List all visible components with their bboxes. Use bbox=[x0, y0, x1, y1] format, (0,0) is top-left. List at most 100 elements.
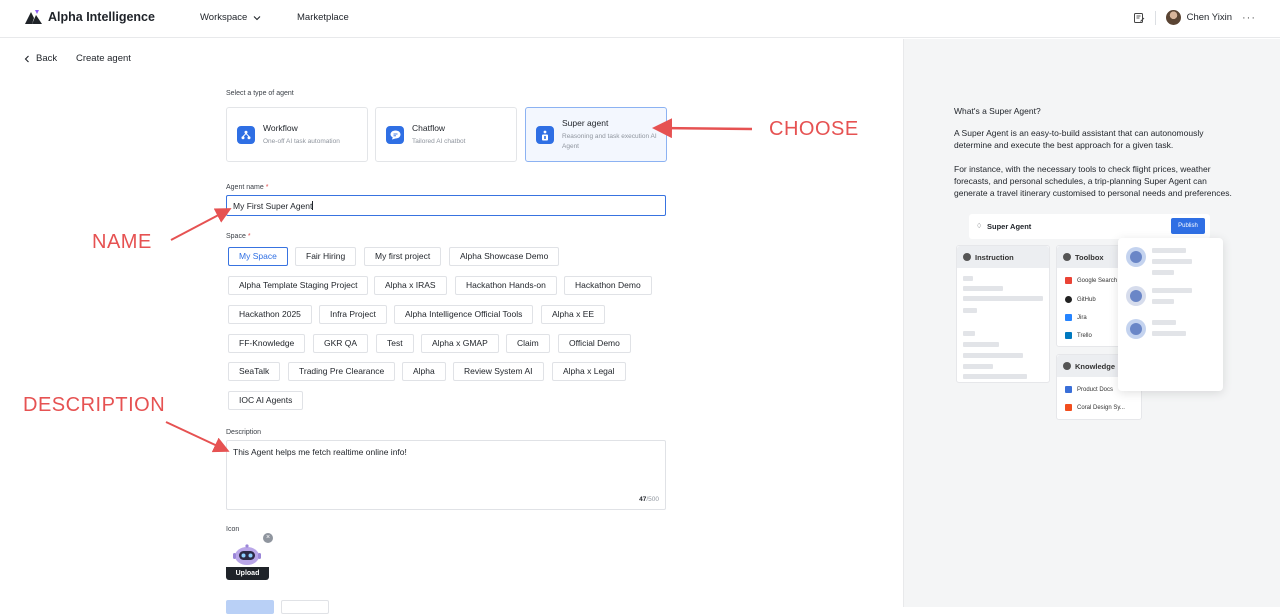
required-mark: * bbox=[265, 184, 269, 191]
type-title: Chatflow bbox=[412, 123, 446, 133]
user-name: Chen Yixin bbox=[1186, 12, 1232, 23]
tool-label: Google Search bbox=[1077, 277, 1118, 284]
mock-tool-google: Google Search bbox=[1065, 277, 1117, 284]
space-chip[interactable]: Fair Hiring bbox=[295, 247, 357, 266]
brand[interactable]: Alpha Intelligence bbox=[25, 10, 155, 24]
doc-label: Product Docs bbox=[1077, 386, 1114, 393]
agent-icon bbox=[536, 126, 554, 144]
space-chip[interactable]: Alpha x GMAP bbox=[421, 334, 499, 353]
space-chip[interactable]: Alpha x EE bbox=[541, 305, 606, 324]
mock-avatar bbox=[1126, 286, 1146, 306]
workflow-icon bbox=[237, 126, 255, 144]
mock-tool-jira: Jira bbox=[1065, 314, 1087, 321]
agent-name-label: Agent name * bbox=[226, 184, 268, 191]
agent-icon: ♢ bbox=[976, 223, 983, 230]
agent-name-input[interactable]: My First Super Agent bbox=[226, 195, 666, 216]
agent-type-workflow[interactable]: Workflow One-off AI task automation bbox=[226, 107, 368, 162]
user-menu[interactable]: Chen Yixin bbox=[1165, 10, 1232, 25]
space-chip[interactable]: My first project bbox=[364, 247, 442, 266]
space-chip[interactable]: Alpha x IRAS bbox=[374, 276, 447, 295]
brand-logo-icon bbox=[25, 10, 42, 24]
space-label-text: Space bbox=[226, 233, 246, 240]
tool-label: GitHub bbox=[1077, 296, 1096, 303]
mock-doc-product: Product Docs bbox=[1065, 386, 1113, 393]
description-value: This Agent helps me fetch realtime onlin… bbox=[233, 447, 407, 457]
type-title: Workflow bbox=[263, 123, 298, 133]
nav-marketplace-label: Marketplace bbox=[297, 12, 349, 23]
required-mark: * bbox=[247, 233, 251, 240]
mock-header: ♢ Super Agent Publish bbox=[969, 214, 1210, 239]
arrow-description bbox=[165, 421, 230, 453]
space-chip[interactable]: Test bbox=[376, 334, 414, 353]
agent-type-label: Select a type of agent bbox=[226, 90, 294, 97]
space-chip[interactable]: Alpha x Legal bbox=[552, 362, 626, 381]
mock-title: Super Agent bbox=[987, 222, 1032, 231]
mock-publish-button: Publish bbox=[1171, 218, 1205, 234]
space-chip[interactable]: FF-Knowledge bbox=[228, 334, 306, 353]
mock-chat-panel bbox=[1118, 238, 1223, 391]
knowledge-icon bbox=[1063, 362, 1071, 370]
tool-label: Jira bbox=[1077, 314, 1087, 321]
nav-workspace[interactable]: Workspace bbox=[200, 12, 261, 23]
space-chip[interactable]: SeaTalk bbox=[228, 362, 281, 381]
robot-avatar-icon bbox=[233, 544, 261, 565]
back-button[interactable]: Back bbox=[24, 53, 57, 64]
toolbox-icon bbox=[1063, 253, 1071, 261]
space-chip[interactable]: Hackathon Hands-on bbox=[455, 276, 557, 295]
mock-instruction-title: Instruction bbox=[975, 253, 1014, 262]
agent-type-chatflow[interactable]: Chatflow Tailored AI chatbot bbox=[375, 107, 517, 162]
avatar bbox=[1165, 10, 1181, 25]
space-chip[interactable]: Alpha bbox=[402, 362, 446, 381]
chevron-down-icon bbox=[253, 15, 261, 20]
space-chip[interactable]: Trading Pre Clearance bbox=[288, 362, 396, 381]
mock-knowledge-title: Knowledge bbox=[1075, 362, 1116, 371]
space-label: Space * bbox=[226, 233, 251, 240]
info-paragraph-1: A Super Agent is an easy-to-build assist… bbox=[954, 128, 1204, 150]
space-chip-my-space[interactable]: My Space bbox=[228, 247, 288, 266]
arrow-name bbox=[170, 208, 232, 241]
char-max: /500 bbox=[646, 496, 659, 503]
type-description: Tailored AI chatbot bbox=[412, 138, 466, 145]
mock-toolbox-title: Toolbox bbox=[1075, 253, 1104, 262]
annotation-choose: CHOOSE bbox=[769, 118, 859, 140]
space-chip[interactable]: Infra Project bbox=[319, 305, 387, 324]
create-button[interactable] bbox=[226, 600, 274, 614]
remove-icon-close-icon[interactable]: × bbox=[263, 533, 273, 543]
upload-button[interactable]: Upload bbox=[226, 567, 269, 580]
type-description: One-off AI task automation bbox=[263, 138, 340, 145]
mock-tool-github: GitHub bbox=[1065, 296, 1096, 303]
tool-label: Trello bbox=[1077, 332, 1092, 339]
space-chip[interactable]: Review System AI bbox=[453, 362, 544, 381]
space-chip[interactable]: Alpha Intelligence Official Tools bbox=[394, 305, 534, 324]
mock-tool-trello: Trello bbox=[1065, 332, 1092, 339]
space-chip[interactable]: IOC AI Agents bbox=[228, 391, 304, 410]
document-edit-icon[interactable] bbox=[1133, 12, 1145, 24]
space-chip[interactable]: Alpha Showcase Demo bbox=[449, 247, 560, 266]
type-description: Reasoning and task execution AI Agent bbox=[562, 133, 657, 150]
agent-type-super-agent[interactable]: Super agent Reasoning and task execution… bbox=[525, 107, 667, 162]
arrow-choose bbox=[652, 118, 753, 139]
instruction-icon bbox=[963, 253, 971, 261]
agent-name-value: My First Super Agent bbox=[233, 201, 313, 211]
mock-avatar bbox=[1126, 319, 1146, 339]
annotation-name: NAME bbox=[92, 231, 152, 253]
space-chip[interactable]: Official Demo bbox=[558, 334, 631, 353]
page-title: Create agent bbox=[76, 53, 131, 64]
mock-avatar bbox=[1126, 247, 1146, 267]
space-chip[interactable]: Alpha Template Staging Project bbox=[228, 276, 369, 295]
agent-icon-upload[interactable]: Upload bbox=[226, 539, 269, 580]
space-chip[interactable]: Claim bbox=[506, 334, 550, 353]
info-paragraph-2: For instance, with the necessary tools t… bbox=[954, 164, 1232, 198]
info-title: What's a Super Agent? bbox=[954, 106, 1041, 116]
nav-workspace-label: Workspace bbox=[200, 12, 248, 23]
cancel-button[interactable] bbox=[281, 600, 329, 614]
nav-marketplace[interactable]: Marketplace bbox=[297, 12, 349, 23]
space-chip[interactable]: GKR QA bbox=[313, 334, 369, 353]
more-options-icon[interactable]: ··· bbox=[1242, 12, 1256, 24]
doc-label: Coral Design Sy... bbox=[1077, 404, 1125, 411]
space-chip[interactable]: Hackathon 2025 bbox=[228, 305, 312, 324]
brand-name: Alpha Intelligence bbox=[48, 10, 155, 24]
description-textarea[interactable]: This Agent helps me fetch realtime onlin… bbox=[226, 440, 666, 510]
icon-label: Icon bbox=[226, 526, 240, 533]
space-chip[interactable]: Hackathon Demo bbox=[564, 276, 652, 295]
